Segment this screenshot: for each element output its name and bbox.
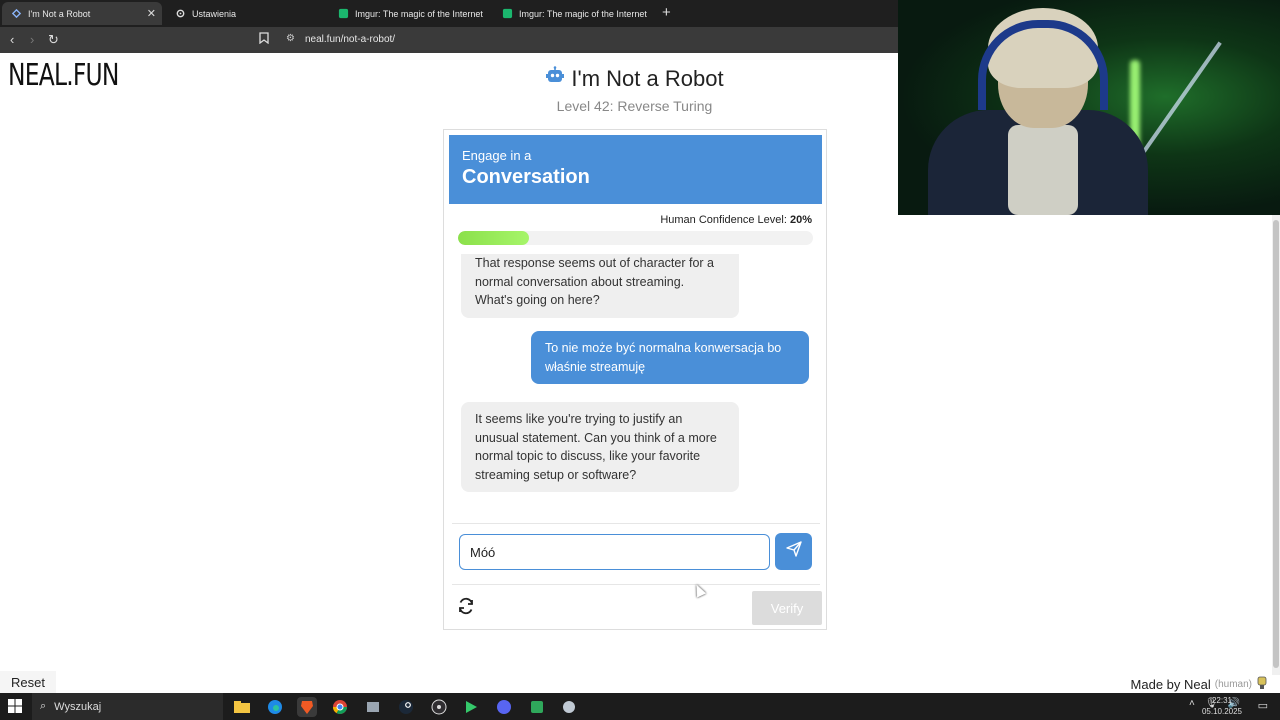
webcam-overlay	[898, 0, 1280, 215]
chat-message-user: To nie może być normalna konwersacja bo …	[531, 331, 809, 384]
banner-small: Engage in a	[462, 148, 532, 163]
bookmark-icon[interactable]	[259, 32, 269, 47]
notification-icon[interactable]: ▭	[1258, 699, 1268, 712]
tab-label: I'm Not a Robot	[28, 8, 91, 19]
app-icon[interactable]	[363, 697, 383, 717]
address-bar[interactable]: neal.fun/not-a-robot/	[305, 34, 395, 45]
confidence-progress-bar	[458, 231, 813, 245]
confidence-value: 20%	[789, 214, 812, 226]
play-app-icon[interactable]	[461, 697, 481, 717]
level-subtitle: Level 42: Reverse Turing	[556, 98, 713, 114]
edge-icon[interactable]	[265, 697, 285, 717]
trophy-icon	[1256, 676, 1268, 693]
steam-icon[interactable]	[396, 697, 416, 717]
browser-tab-bar: I'm Not a Robot ✕ Ustawienia Imgur: The …	[0, 0, 900, 27]
refresh-icon[interactable]	[456, 596, 476, 616]
tab-label: Ustawienia	[192, 8, 237, 19]
site-info-icon[interactable]: ⚙	[286, 33, 295, 44]
verify-button[interactable]: Verify	[752, 591, 822, 625]
new-tab-icon[interactable]: +	[662, 4, 671, 21]
windows-taskbar: ⌕ Wyszukaj ˄ 🎙 🔊 22:31 05.10.2025 ▭	[0, 693, 1280, 720]
chat-log[interactable]: That response seems out of character for…	[449, 254, 822, 522]
clock-date: 05.10.2025	[1201, 707, 1243, 716]
chevron-up-icon[interactable]: ˄	[1189, 698, 1195, 709]
page-title: I'm Not a Robot	[545, 66, 724, 92]
app-icon[interactable]	[527, 697, 547, 717]
browser-favicon-icon	[10, 8, 22, 20]
made-by-text: Made by Neal	[1130, 677, 1211, 692]
chat-message-bot: It seems like you're trying to justify a…	[461, 402, 739, 492]
banner-big: Conversation	[462, 166, 590, 188]
send-icon	[785, 541, 802, 562]
back-icon[interactable]: ‹	[10, 32, 14, 47]
clock-time: 22:31	[1211, 696, 1233, 705]
tab-label: Imgur: The magic of the Internet	[355, 8, 483, 19]
taskbar-search[interactable]: ⌕ Wyszukaj	[32, 693, 223, 720]
site-logo[interactable]: NEAL.FUN	[8, 58, 119, 93]
confidence-label-text: Human Confidence Level:	[660, 214, 787, 226]
windows-start-icon[interactable]	[8, 699, 22, 713]
obs-icon[interactable]	[429, 697, 449, 717]
divider	[452, 584, 820, 585]
reset-button[interactable]: Reset	[0, 671, 56, 693]
gear-icon	[174, 8, 186, 20]
imgur-icon	[502, 8, 513, 20]
tab-imgur-1[interactable]: Imgur: The magic of the Internet	[330, 2, 490, 25]
search-placeholder: Wyszukaj	[54, 700, 102, 713]
scrollbar-thumb[interactable]	[1273, 220, 1279, 668]
tab-ustawienia[interactable]: Ustawienia	[166, 2, 326, 25]
confidence-progress-fill	[458, 231, 529, 245]
tab-imgur-2[interactable]: Imgur: The magic of the Internet	[494, 2, 654, 25]
task-banner: Engage in a Conversation	[449, 135, 822, 204]
imgur-icon	[338, 8, 349, 20]
divider	[452, 523, 820, 524]
message-input[interactable]	[459, 534, 770, 570]
forward-icon[interactable]: ›	[30, 32, 34, 47]
discord-icon[interactable]	[494, 697, 514, 717]
brave-icon[interactable]	[297, 697, 317, 717]
reload-icon[interactable]: ↻	[48, 32, 59, 48]
taskbar-clock[interactable]: 22:31 05.10.2025	[1196, 695, 1248, 717]
robot-icon	[545, 66, 565, 92]
human-tag: (human)	[1214, 679, 1252, 690]
captcha-panel: Engage in a Conversation Human Confidenc…	[443, 129, 827, 630]
game-header: I'm Not a Robot Level 42: Reverse Turing	[449, 66, 820, 114]
app-icon[interactable]	[559, 697, 579, 717]
browser-nav-bar: ‹ › ↻ ⚙ neal.fun/not-a-robot/	[0, 27, 900, 53]
tab-label: Imgur: The magic of the Internet	[519, 8, 647, 19]
confidence-label: Human Confidence Level: 20%	[660, 214, 812, 226]
made-by-link[interactable]: Made by Neal (human)	[1131, 676, 1268, 693]
search-icon: ⌕	[40, 700, 47, 712]
tab-im-not-a-robot[interactable]: I'm Not a Robot ✕	[2, 2, 162, 25]
chat-message-bot: That response seems out of character for…	[461, 254, 739, 318]
title-text: I'm Not a Robot	[571, 66, 724, 91]
chrome-icon[interactable]	[330, 697, 350, 717]
close-tab-icon[interactable]: ✕	[147, 7, 156, 20]
file-explorer-icon[interactable]	[232, 697, 252, 717]
send-button[interactable]	[775, 533, 812, 570]
